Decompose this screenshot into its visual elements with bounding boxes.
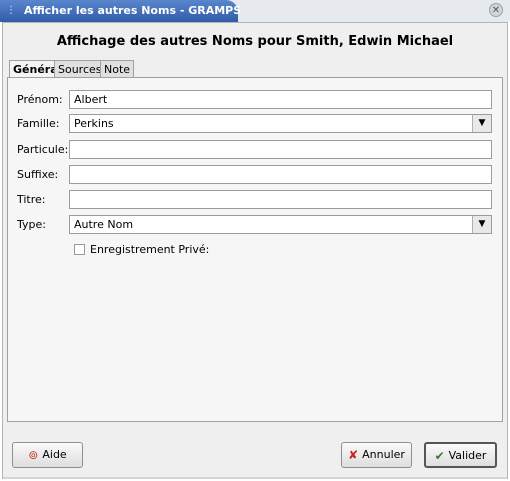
- cancel-button-label: Annuler: [362, 448, 405, 461]
- triangle-down-icon[interactable]: ▼: [472, 216, 491, 233]
- prenom-input[interactable]: Albert: [69, 90, 492, 109]
- type-combo[interactable]: Autre Nom: [69, 215, 492, 234]
- checkmark-icon: ✔: [434, 449, 445, 463]
- suffixe-label: Suffixe:: [17, 168, 59, 181]
- ok-button-label: Valider: [448, 449, 487, 462]
- suffixe-input[interactable]: [69, 165, 492, 184]
- help-button[interactable]: ⊚ Aide: [12, 442, 83, 468]
- famille-value: Perkins: [74, 117, 114, 130]
- dialog-heading: Affichage des autres Noms pour Smith, Ed…: [56, 34, 454, 49]
- famille-label: Famille:: [17, 117, 60, 130]
- private-label: Enregistrement Privé:: [90, 243, 210, 256]
- prenom-label: Prénom:: [17, 93, 63, 106]
- famille-combo[interactable]: Perkins: [69, 114, 492, 133]
- window-titlebar: ⋮ Afficher les autres Noms - GRAMPS ✕: [0, 0, 510, 22]
- window-title: Afficher les autres Noms - GRAMPS: [24, 4, 242, 17]
- lifebuoy-icon: ⊚: [28, 448, 39, 462]
- titre-label: Titre:: [17, 193, 46, 206]
- red-x-icon: ✘: [348, 448, 359, 462]
- particule-input[interactable]: [69, 140, 492, 159]
- private-checkbox[interactable]: [74, 244, 85, 255]
- type-value: Autre Nom: [74, 218, 134, 231]
- tab-sources[interactable]: Sources: [54, 60, 106, 77]
- window-bottom-edge: [3, 477, 507, 479]
- titre-input[interactable]: [69, 190, 492, 209]
- window-title-tab: ⋮ Afficher les autres Noms - GRAMPS: [0, 0, 242, 22]
- window-menu-icon[interactable]: ⋮: [5, 4, 17, 17]
- close-icon[interactable]: ✕: [489, 3, 503, 17]
- cancel-button[interactable]: ✘ Annuler: [341, 442, 412, 468]
- help-button-label: Aide: [42, 448, 67, 461]
- tab-note[interactable]: Note: [100, 60, 135, 77]
- triangle-down-icon[interactable]: ▼: [472, 115, 491, 132]
- particule-label: Particule:: [17, 143, 69, 156]
- type-label: Type:: [17, 218, 46, 231]
- ok-button[interactable]: ✔ Valider: [424, 442, 497, 468]
